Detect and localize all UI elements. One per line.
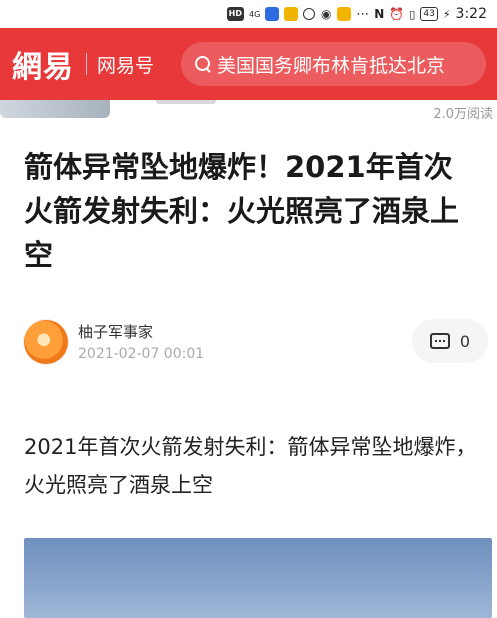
previous-item-read-count: 2.0万阅读 <box>433 107 493 122</box>
previous-item-strip[interactable]: 2.0万阅读 <box>0 100 497 124</box>
search-bar[interactable]: 美国国务卿布林肯抵达北京 <box>181 42 486 86</box>
circle-icon <box>303 8 316 20</box>
alarm-icon: ⏰ <box>389 7 405 21</box>
search-suggestion[interactable]: 美国国务卿布林肯抵达北京 <box>217 51 445 78</box>
status-bar: HD 4G ◉ ⋯ N ⏰ ▯ 43 ⚡ 3:22 <box>0 0 497 28</box>
wechat-icon: ◉ <box>321 7 332 21</box>
search-icon <box>195 56 211 72</box>
author-name[interactable]: 柚子军事家 <box>78 321 153 342</box>
article-headline: 箭体异常坠地爆炸！2021年首次火箭发射失利：火光照亮了酒泉上空 <box>24 150 460 272</box>
mail-notification-icon <box>284 7 299 21</box>
clock: 3:22 <box>455 6 487 22</box>
publish-date: 2021-02-07 00:01 <box>78 346 205 362</box>
header-divider <box>86 53 87 75</box>
article-body: 2021年首次火箭发射失利：箭体异常坠地爆炸，火光照亮了酒泉上空 <box>24 435 477 497</box>
channel-title[interactable]: 网易号 <box>97 51 154 78</box>
app-notification-icon <box>337 7 352 21</box>
comment-icon <box>429 333 450 349</box>
comment-button[interactable]: 0 <box>412 319 488 363</box>
app-notification-icon <box>265 7 280 21</box>
previous-item-title <box>156 100 216 104</box>
hd-icon: HD <box>226 7 244 21</box>
author-avatar[interactable] <box>24 320 68 364</box>
comment-count: 0 <box>459 331 471 351</box>
more-icon: ⋯ <box>356 6 370 22</box>
nfc-icon: N <box>374 7 385 21</box>
netease-logo[interactable]: 網易 <box>12 42 74 86</box>
article-image[interactable] <box>24 538 492 618</box>
previous-item-thumbnail[interactable] <box>0 100 110 118</box>
app-header: 網易 网易号 美国国务卿布林肯抵达北京 <box>0 28 497 100</box>
battery-icon: 43 <box>420 7 438 21</box>
signal-icon: 4G <box>249 9 261 19</box>
charging-icon: ⚡ <box>442 7 451 21</box>
vibrate-icon: ▯ <box>409 7 416 21</box>
